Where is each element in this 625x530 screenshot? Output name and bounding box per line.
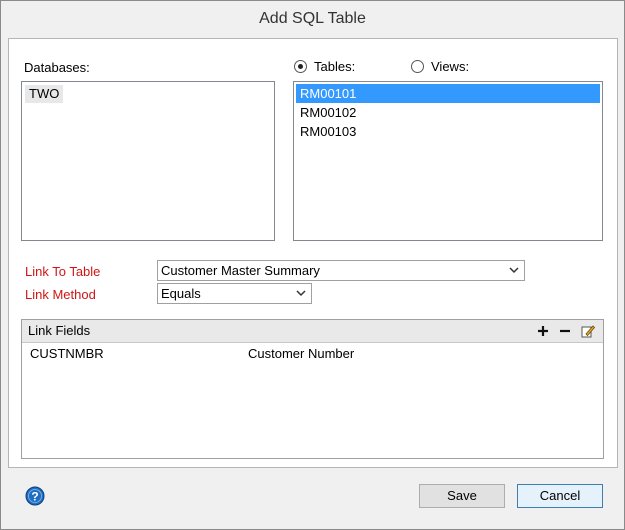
table-row[interactable]: CUSTNMBR Customer Number [22, 343, 603, 365]
link-fields-panel: Link Fields CUSTNMBR Customer Number [21, 319, 604, 459]
link-method-value: Equals [161, 286, 201, 301]
link-fields-title: Link Fields [28, 323, 91, 338]
save-button[interactable]: Save [419, 484, 505, 508]
link-method-select[interactable]: Equals [157, 283, 312, 304]
link-fields-header: Link Fields [22, 320, 603, 343]
link-field-name: CUSTNMBR [30, 346, 104, 361]
chevron-down-icon [509, 267, 519, 274]
dialog-body: Databases: TWO Tables: Views: RM00101 RM… [8, 38, 618, 468]
databases-list[interactable]: TWO [21, 81, 275, 241]
databases-label: Databases: [24, 60, 90, 75]
add-icon[interactable] [535, 323, 551, 339]
link-to-table-value: Customer Master Summary [161, 263, 320, 278]
chevron-down-icon [296, 290, 306, 297]
database-item[interactable]: TWO [25, 85, 64, 103]
cancel-button[interactable]: Cancel [517, 484, 603, 508]
svg-text:?: ? [31, 490, 38, 504]
views-label: Views: [431, 59, 470, 74]
add-sql-table-window: Add SQL Table Databases: TWO Tables: Vie… [0, 0, 625, 530]
table-item[interactable]: RM00101 [296, 84, 600, 103]
link-field-description: Customer Number [248, 346, 355, 361]
table-item[interactable]: RM00103 [296, 122, 600, 141]
tables-radio[interactable] [294, 60, 307, 73]
tables-label: Tables: [314, 59, 356, 74]
table-item[interactable]: RM00102 [296, 103, 600, 122]
link-to-table-label: Link To Table [25, 264, 101, 279]
window-title: Add SQL Table [1, 1, 624, 37]
edit-icon[interactable] [580, 323, 596, 339]
views-radio[interactable] [411, 60, 424, 73]
remove-icon[interactable] [557, 323, 573, 339]
link-method-label: Link Method [25, 287, 96, 302]
link-to-table-select[interactable]: Customer Master Summary [157, 260, 525, 281]
help-icon[interactable]: ? [25, 486, 45, 506]
tables-list[interactable]: RM00101 RM00102 RM00103 [293, 81, 603, 241]
